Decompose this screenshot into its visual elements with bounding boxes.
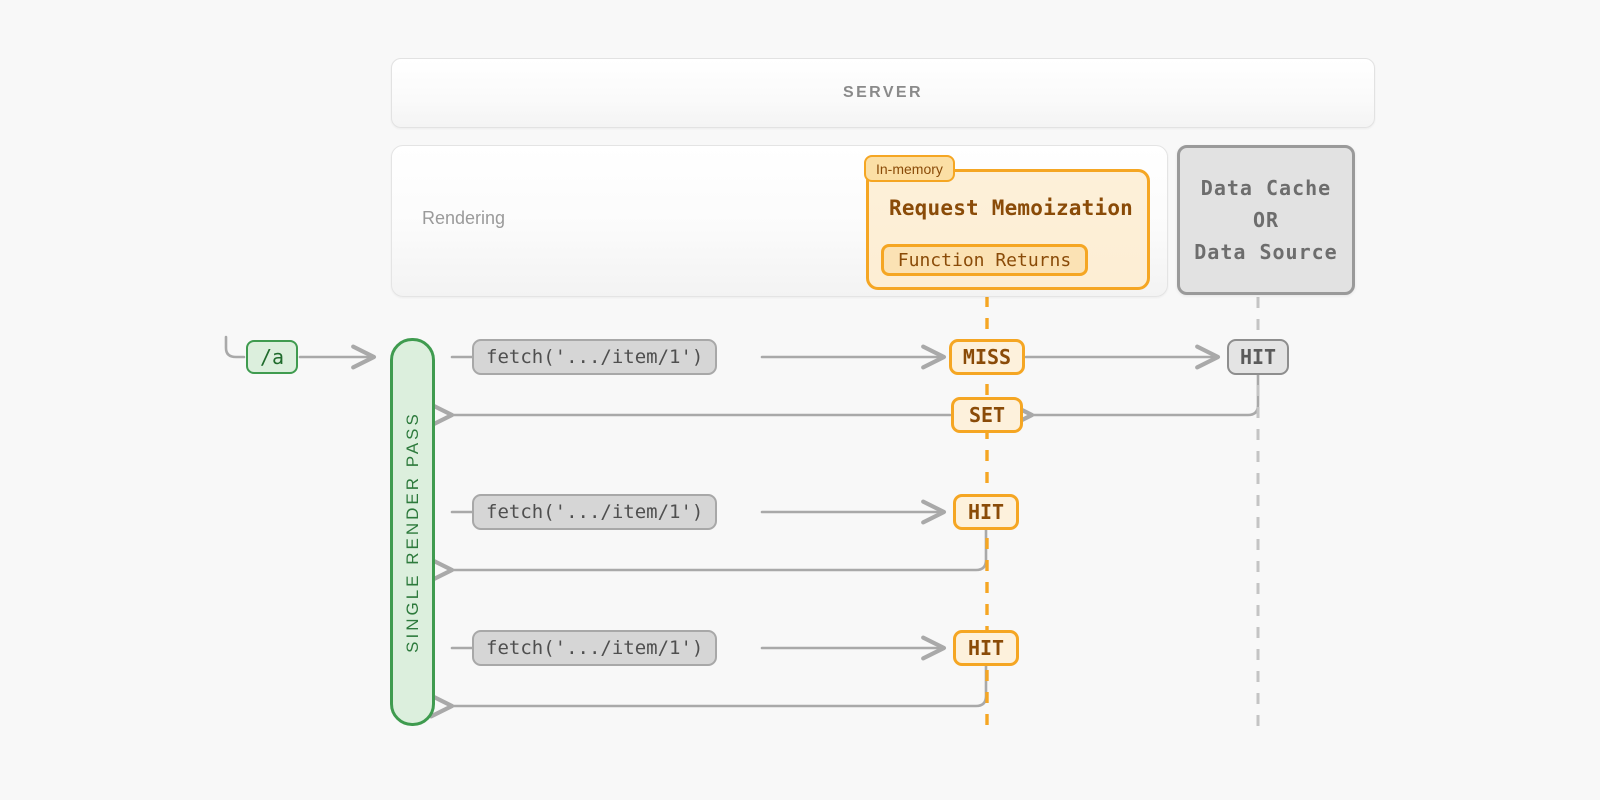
fetch-call-label: fetch('.../item/1') [486,637,704,659]
memo-status-label: HIT [967,500,1005,524]
row2-hit-return-wire [429,528,988,583]
diagram-canvas: SERVER Rendering Request Memoization Fun… [0,0,1600,800]
cache-status-label: HIT [1239,345,1277,369]
fetch-call-label: fetch('.../item/1') [486,346,704,368]
single-render-pass-label: SINGLE RENDER PASS [402,411,422,653]
entry-hook-wire [224,335,246,359]
data-cache-panel: Data Cache OR Data Source [1177,145,1355,295]
route-pill-a: /a [246,340,298,374]
data-cache-line-3: Data Source [1194,240,1338,264]
memo-status-row-3: HIT [953,630,1019,666]
request-memoization-title: Request Memoization [888,196,1134,220]
memo-set-status-label: SET [968,403,1006,427]
function-returns-chip: Function Returns [881,244,1088,276]
request-memoization-card: Request Memoization Function Returns [866,169,1150,290]
memo-status-row-2: HIT [953,494,1019,530]
data-cache-line-1: Data Cache [1200,176,1332,200]
fetch-call-row-2: fetch('.../item/1') [472,494,718,530]
memo-status-label: HIT [967,636,1005,660]
memo-status-label: MISS [962,345,1012,369]
fetch-call-row-3: fetch('.../item/1') [472,630,718,666]
memo-set-status-row-1: SET [951,397,1023,433]
row3-hit-return-wire [429,664,988,719]
in-memory-label: In-memory [876,160,943,177]
fetch-call-label: fetch('.../item/1') [486,501,704,523]
rendering-label: Rendering [422,208,506,228]
function-returns-label: Function Returns [897,249,1072,271]
route-label: /a [259,345,285,369]
row1-cache-return-wire [1009,373,1260,428]
cache-status-row-1: HIT [1227,339,1289,375]
single-render-pass-bar: SINGLE RENDER PASS [390,338,435,726]
fetch-call-row-1: fetch('.../item/1') [472,339,718,375]
memo-status-row-1: MISS [949,339,1025,375]
server-title: SERVER [843,84,923,101]
server-panel: SERVER [391,58,1375,128]
in-memory-tab: In-memory [864,155,955,182]
data-cache-line-2: OR [1252,208,1280,232]
